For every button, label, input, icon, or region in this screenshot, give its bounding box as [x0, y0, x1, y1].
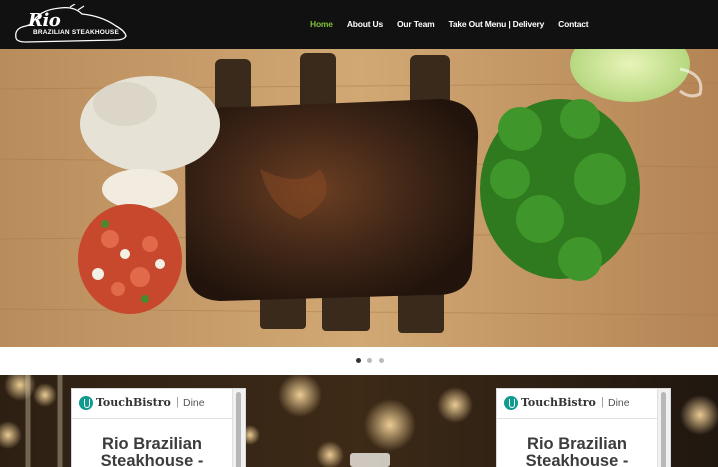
widget-product: Dine	[608, 397, 630, 409]
widget-scrollbar[interactable]	[232, 389, 245, 467]
touchbistro-widget-1[interactable]: TouchBistro | Dine Rio Brazilian Steakho…	[71, 388, 246, 467]
nav-take-out-menu[interactable]: Take Out Menu | Delivery	[448, 19, 544, 31]
widget-scroll-thumb[interactable]	[661, 392, 666, 467]
widget-restaurant-title: Rio Brazilian Steakhouse -	[100, 435, 204, 467]
widget-brand: TouchBistro	[521, 396, 596, 409]
slider-pagination	[0, 347, 718, 375]
logo-text-subtitle: BRAZILIAN STEAKHOUSE	[33, 29, 119, 36]
widget-product: Dine	[183, 397, 205, 409]
slider-dot-1[interactable]	[356, 358, 361, 363]
main-navigation: Home About Us Our Team Take Out Menu | D…	[310, 19, 602, 31]
site-logo[interactable]: Rio BRAZILIAN STEAKHOUSE	[12, 4, 128, 45]
hero-image-steak-plate	[0, 49, 718, 347]
widget-separator: |	[601, 396, 604, 408]
widget-brand: TouchBistro	[96, 396, 171, 409]
touchbistro-widget-2[interactable]: TouchBistro | Dine Rio Brazilian Steakho…	[496, 388, 671, 467]
ordering-section: TouchBistro | Dine Rio Brazilian Steakho…	[0, 375, 718, 467]
widget-scroll-thumb[interactable]	[236, 392, 241, 467]
touchbistro-logo-icon	[504, 396, 518, 410]
touchbistro-logo-icon	[79, 396, 93, 410]
widget-header: TouchBistro | Dine	[72, 389, 232, 419]
slider-dot-3[interactable]	[379, 358, 384, 363]
nav-home[interactable]: Home	[310, 19, 333, 31]
widget-header: TouchBistro | Dine	[497, 389, 657, 419]
nav-our-team[interactable]: Our Team	[397, 19, 435, 31]
nav-about-us[interactable]: About Us	[347, 19, 383, 31]
slider-dot-2[interactable]	[367, 358, 372, 363]
widget-restaurant-title: Rio Brazilian Steakhouse -	[525, 435, 629, 467]
nav-contact[interactable]: Contact	[558, 19, 588, 31]
site-header: Rio BRAZILIAN STEAKHOUSE Home About Us O…	[0, 0, 718, 49]
hero-slider[interactable]	[0, 49, 718, 347]
widget-separator: |	[176, 396, 179, 408]
widget-scrollbar[interactable]	[657, 389, 670, 467]
logo-text-rio: Rio	[28, 10, 61, 31]
